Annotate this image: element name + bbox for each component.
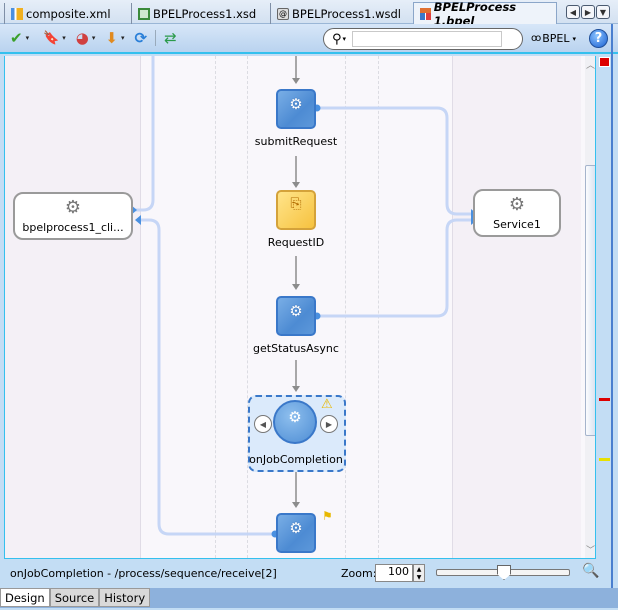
wire-client-callback — [139, 218, 273, 536]
bookmark-icon: 🔖 — [43, 30, 60, 46]
refresh-icon: ⟳ — [134, 28, 148, 47]
invoke-callback[interactable]: ⚙ — [276, 513, 316, 553]
help-icon: ? — [594, 31, 603, 46]
service-gear-icon: ⚙ — [64, 196, 82, 218]
partner-link-service1[interactable]: ⚙ Service1 — [473, 189, 561, 237]
diagram-toolbar: ✔ ▾ 🔖 ▾ ◕ ▾ ⬇ ▾ ⟳ ⇄ ⚲ ▾ oo BPEL ▾ ? — [0, 24, 618, 54]
invoke-submitrequest[interactable]: ⚙ — [276, 89, 316, 129]
editor-view-tabs: Design Source History — [0, 588, 618, 608]
bpel-design-canvas[interactable]: ⚙ bpelprocess1_cli... ⚙ Service1 ⚙ submi… — [4, 56, 596, 559]
next-activity-button[interactable]: ▶ — [320, 415, 338, 433]
chevron-down-icon: ▾ — [120, 34, 125, 42]
spin-down-icon[interactable]: ▼ — [417, 574, 422, 581]
receive-onjobcompletion[interactable]: ⚙ — [273, 400, 317, 444]
tab-bpelprocess1-wsdl[interactable]: @ BPELProcess1.wsdl — [270, 3, 409, 24]
warning-icon[interactable]: ⚠ — [321, 397, 333, 412]
tab-bpelprocess1-bpel[interactable]: BPELProcess 1.bpel — [413, 0, 557, 28]
tab-history[interactable]: History — [99, 588, 151, 607]
zoom-slider-thumb[interactable] — [497, 565, 511, 580]
partner-link-client[interactable]: ⚙ bpelprocess1_cli... — [13, 192, 133, 240]
binoculars-icon[interactable]: ⚲ — [332, 32, 342, 47]
tab-composite-xml[interactable]: composite.xml — [4, 3, 119, 24]
scroll-up-icon[interactable]: ︿ — [586, 58, 595, 71]
palette-button[interactable]: ◕ ▾ — [76, 27, 96, 49]
tab-bpelprocess1-xsd[interactable]: BPELProcess1.xsd — [131, 3, 264, 24]
activity-label: RequestID — [267, 236, 325, 249]
gear-icon: ⚙ — [289, 302, 303, 320]
activity-label: onJobCompletion — [249, 453, 343, 466]
flag-icon: ⚑ — [322, 509, 333, 523]
bookmark-button[interactable]: 🔖 ▾ — [43, 27, 66, 49]
status-bar: onJobCompletion - /process/sequence/rece… — [4, 560, 604, 588]
scrollbar-thumb[interactable] — [585, 165, 595, 436]
right-edge — [611, 24, 613, 588]
scroll-down-icon[interactable]: ﹀ — [586, 543, 595, 556]
tab-source[interactable]: Source — [49, 588, 100, 607]
search-box: ⚲ ▾ — [323, 28, 523, 50]
chevron-down-icon: ▾ — [91, 34, 96, 42]
arrowhead — [135, 215, 141, 225]
assign-requestid[interactable]: ⎘ — [276, 190, 316, 230]
refresh-button[interactable]: ⟳ — [135, 27, 148, 49]
bpel-menu-label: BPEL — [542, 32, 570, 45]
schema-icon — [138, 7, 150, 20]
vertical-scrollbar[interactable]: ︿ ﹀ — [585, 56, 595, 558]
chevron-down-icon: ▾ — [25, 34, 30, 42]
zoom-input[interactable]: 100 — [375, 564, 413, 582]
tab-list-menu-button[interactable]: ▼ — [596, 5, 610, 19]
zoom-label: Zoom: — [341, 567, 377, 580]
service-gear-icon: ⚙ — [508, 193, 526, 215]
wire-getstatus-service — [319, 218, 473, 318]
tab-design[interactable]: Design — [0, 588, 50, 607]
bpel-menu-button[interactable]: oo BPEL ▾ — [531, 32, 576, 45]
assign-icon: ⎘ — [290, 196, 302, 212]
glasses-icon: oo — [531, 33, 541, 44]
partner-link-label: bpelprocess1_cli... — [22, 220, 124, 234]
tab-label: BPELProcess1.xsd — [153, 6, 257, 21]
tab-label: composite.xml — [26, 6, 111, 21]
zoom-to-fit-icon[interactable]: 🔍 — [582, 563, 599, 579]
wsdl-icon: @ — [277, 7, 289, 20]
zoom-spinner[interactable]: ▲ ▼ — [413, 564, 425, 582]
previous-activity-button[interactable]: ◀ — [254, 415, 272, 433]
invoke-getstatusasync[interactable]: ⚙ — [276, 296, 316, 336]
gear-icon: ⚙ — [288, 408, 302, 426]
deploy-icon: ⬇ — [105, 28, 118, 47]
error-marker[interactable] — [599, 398, 610, 401]
scroll-tabs-left-button[interactable]: ◀ — [566, 5, 580, 19]
tab-label: BPELProcess1.wsdl — [292, 6, 401, 21]
chevron-down-icon[interactable]: ▾ — [343, 35, 347, 43]
wire-client-inbound — [135, 56, 155, 212]
auto-layout-button[interactable]: ⇄ — [164, 27, 177, 49]
chevron-down-icon: ▾ — [572, 34, 577, 43]
search-input[interactable] — [352, 31, 503, 47]
toolbar-separator — [155, 30, 157, 46]
zoom-slider[interactable] — [436, 565, 570, 580]
wire-submitrequest-service — [319, 106, 473, 216]
checkmark-icon: ✔ — [10, 28, 23, 47]
selection-path: onJobCompletion - /process/sequence/rece… — [10, 567, 277, 580]
gear-icon: ⚙ — [289, 519, 303, 537]
gear-icon: ⚙ — [289, 95, 303, 113]
layout-icon: ⇄ — [164, 28, 177, 47]
error-summary-marker[interactable] — [599, 57, 610, 67]
activity-label: submitRequest — [254, 135, 338, 148]
bpel-icon — [420, 8, 431, 20]
palette-icon: ◕ — [75, 28, 89, 47]
scroll-tabs-right-button[interactable]: ▶ — [581, 5, 595, 19]
activity-label: getStatusAsync — [253, 342, 339, 355]
help-button[interactable]: ? — [589, 29, 608, 48]
editor-tab-strip: composite.xml BPELProcess1.xsd @ BPELPro… — [0, 0, 618, 28]
validate-button[interactable]: ✔ ▾ — [10, 27, 29, 49]
spin-up-icon[interactable]: ▲ — [417, 566, 422, 573]
chevron-down-icon: ▾ — [62, 34, 66, 42]
deploy-button[interactable]: ⬇ ▾ — [105, 27, 124, 49]
partner-link-label: Service1 — [493, 217, 541, 231]
tab-navigation: ◀ ▶ ▼ — [566, 5, 610, 19]
composite-icon — [11, 7, 23, 20]
warning-marker[interactable] — [599, 458, 610, 461]
